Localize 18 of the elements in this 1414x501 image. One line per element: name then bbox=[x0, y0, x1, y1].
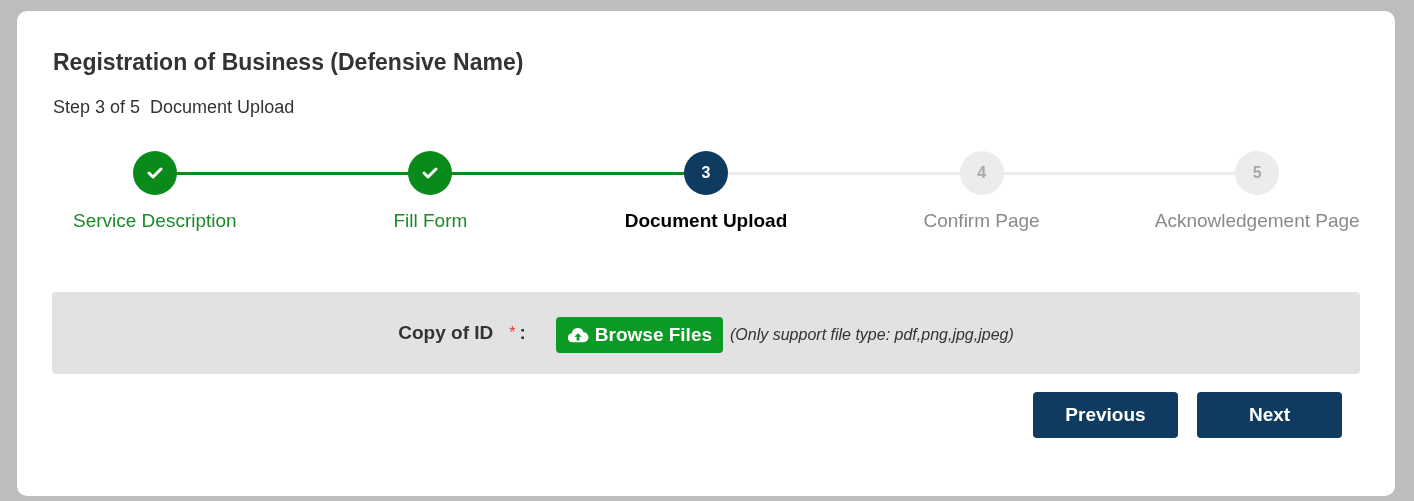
field-label: Copy of ID bbox=[398, 320, 494, 345]
previous-button[interactable]: Previous bbox=[1033, 392, 1178, 438]
page-title: Registration of Business (Defensive Name) bbox=[53, 48, 525, 77]
cloud-upload-icon bbox=[566, 326, 589, 344]
step-label: Service Description bbox=[72, 208, 237, 233]
label-colon: : bbox=[519, 320, 526, 345]
check-icon bbox=[146, 166, 163, 179]
required-mark: * bbox=[509, 323, 516, 343]
step-label: Document Upload bbox=[624, 208, 788, 233]
browse-files-button[interactable]: Browse Files bbox=[555, 317, 724, 353]
file-type-hint: (Only support file type: pdf,png,jpg,jpeg) bbox=[730, 325, 1014, 345]
step-label: Fill Form bbox=[393, 208, 468, 233]
step-name: Document Upload bbox=[150, 95, 295, 119]
check-icon bbox=[422, 166, 439, 179]
step-label: Confirm Page bbox=[923, 208, 1040, 233]
step-label: Acknowledgement Page bbox=[1154, 208, 1360, 233]
step-counter: Step 3 of 5 bbox=[53, 95, 141, 119]
next-button[interactable]: Next bbox=[1197, 392, 1342, 438]
